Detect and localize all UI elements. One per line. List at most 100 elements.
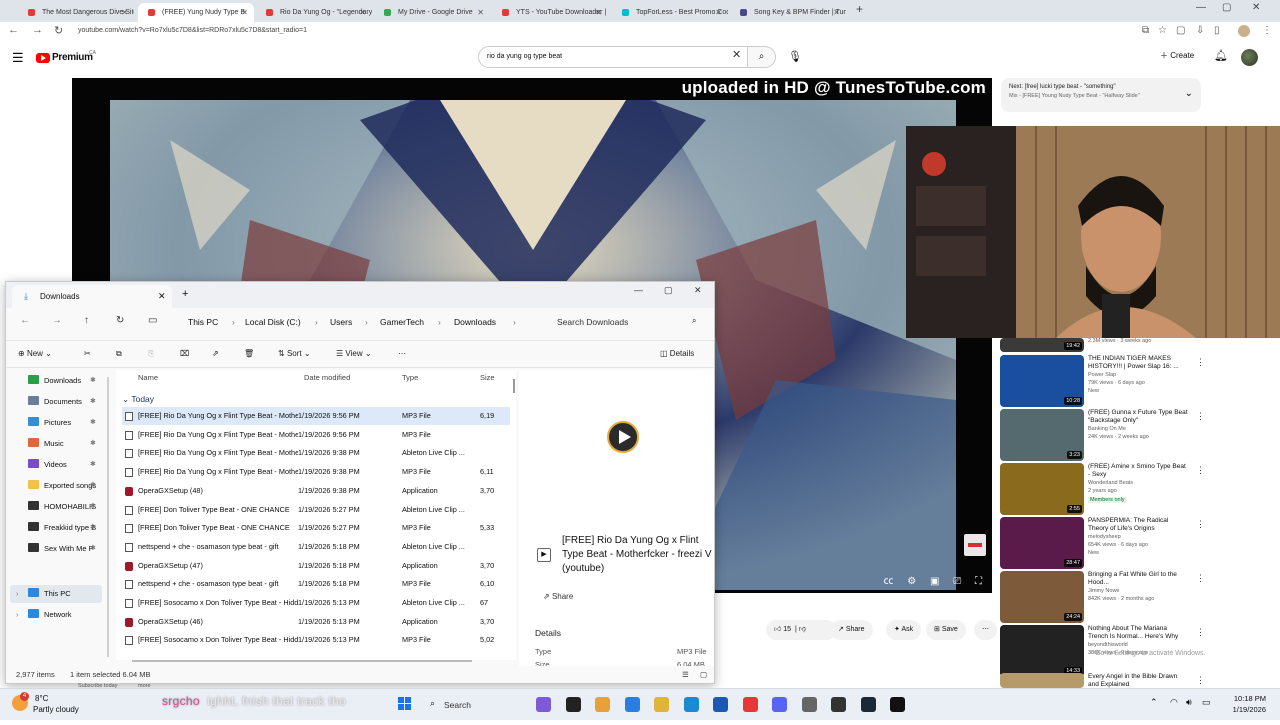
column-type[interactable]: Type: [402, 373, 418, 382]
nav-scrollbar[interactable]: [107, 377, 109, 657]
file-row[interactable]: OperaGXSetup (46) 1/19/2026 5:13 PM Applic…: [122, 613, 510, 631]
browser-tab[interactable]: The Most Dangerous Dive Site ✕: [18, 3, 134, 22]
recommended-video[interactable]: 2:55 (FREE) Amine x Smino Type Beat - Sex…: [1000, 463, 1280, 515]
details-pane-button[interactable]: ◫ Details: [660, 349, 694, 358]
browser-tab[interactable]: My Drive - Google Drive ✕: [374, 3, 490, 22]
new-button[interactable]: ⊕ New ⌄: [18, 349, 52, 358]
task-view-icon[interactable]: [565, 697, 581, 712]
share-icon[interactable]: ⇗: [212, 349, 219, 358]
video-thumbnail[interactable]: 3:23: [1000, 409, 1084, 461]
more-options-icon[interactable]: ⋮: [1196, 357, 1205, 368]
close-tab-icon[interactable]: ✕: [359, 3, 366, 22]
breadcrumb-gamertech[interactable]: GamerTech: [380, 312, 424, 332]
nav-item[interactable]: Pictures ✱: [28, 415, 96, 431]
miniplayer-icon[interactable]: ▣: [930, 576, 939, 587]
menu-icon[interactable]: ☰: [12, 50, 24, 66]
clock-date[interactable]: 1/19/2026: [1220, 705, 1266, 714]
close-tab-icon[interactable]: ✕: [595, 3, 602, 22]
file-row[interactable]: OperaGXSetup (48) 1/19/2026 9:38 PM Applic…: [122, 482, 510, 500]
nav-item[interactable]: Sex With Me P ✱: [28, 541, 96, 557]
recommended-video[interactable]: 24:24 Bringing a Fat White Girl to the Ho…: [1000, 571, 1280, 623]
recommended-video[interactable]: 19:42 2.3M views · 3 weeks ago: [1000, 312, 1280, 352]
battery-icon[interactable]: ▭: [1202, 697, 1211, 708]
like-dislike-button[interactable]: 👍︎ 15 | 👎︎: [766, 620, 836, 640]
extensions-icon[interactable]: ▢: [1176, 25, 1185, 36]
new-tab-icon[interactable]: +: [856, 2, 863, 16]
reload-icon[interactable]: ↻: [54, 24, 63, 37]
microphone-icon[interactable]: 🎙︎: [788, 50, 802, 63]
close-window-icon[interactable]: ✕: [1252, 2, 1260, 13]
explorer-tab[interactable]: ⤓ Downloads ✕: [12, 285, 172, 308]
sort-button[interactable]: ⇅ Sort ⌄: [278, 349, 311, 358]
video-thumbnail[interactable]: 24:24: [1000, 571, 1084, 623]
search-button[interactable]: ⌕: [748, 46, 776, 68]
nav-item[interactable]: HOMOHABILIS ✱: [28, 499, 96, 515]
taskbar-search[interactable]: Search: [422, 695, 532, 715]
browser-tab[interactable]: Song Key & BPM Finder | Tuna ✕: [730, 3, 846, 22]
fullscreen-icon[interactable]: ⛶: [975, 576, 982, 587]
more-options-icon[interactable]: ⋮: [1196, 675, 1205, 686]
create-button[interactable]: ＋ Create: [1160, 50, 1194, 61]
nav-item[interactable]: Documents ✱: [28, 394, 96, 410]
more-options-icon[interactable]: ⋮: [1196, 627, 1205, 638]
breadcrumb-this-pc[interactable]: This PC: [188, 312, 218, 332]
nav-item[interactable]: Downloads ✱: [28, 373, 96, 389]
file-row[interactable]: [FREE] Rio Da Yung Og x Flint Type Beat …: [122, 444, 510, 462]
breadcrumb-users[interactable]: Users: [330, 312, 352, 332]
ask-button[interactable]: ✦ Ask: [886, 620, 922, 640]
store-icon[interactable]: [713, 697, 728, 712]
file-row[interactable]: [FREE] Rio Da Yung Og x Flint Type Beat …: [122, 407, 510, 425]
back-icon[interactable]: ←: [8, 24, 19, 36]
sidebar-icon[interactable]: ▯: [1214, 25, 1220, 36]
search-input[interactable]: rio da yung og type beat: [478, 46, 748, 68]
recommended-video[interactable]: 10:28 THE INDIAN TIGER MAKES HISTORY!!! |…: [1000, 355, 1280, 407]
volume-icon[interactable]: 🔊︎: [1186, 697, 1192, 708]
more-options-icon[interactable]: ⋯: [398, 349, 406, 358]
weather-temp[interactable]: 8°C: [35, 694, 48, 703]
file-row[interactable]: [FREE] Rio Da Yung Og x Flint Type Beat …: [122, 463, 510, 481]
discord-icon[interactable]: [772, 697, 787, 712]
chevron-down-icon[interactable]: ⌄: [1185, 88, 1193, 99]
up-next-panel[interactable]: Next: [free] lucki type beat - "somethin…: [1001, 78, 1201, 112]
clock-time[interactable]: 10:18 PM: [1220, 694, 1266, 703]
horizontal-scrollbar[interactable]: [132, 660, 472, 662]
recommended-video[interactable]: 28:47 PANSPERMIA: The Radical Theory of L…: [1000, 517, 1280, 569]
back-icon[interactable]: ←: [20, 315, 30, 326]
nav-item[interactable]: Music ✱: [28, 436, 96, 452]
close-tab-icon[interactable]: ✕: [121, 3, 128, 22]
video-thumbnail[interactable]: 10:28: [1000, 355, 1084, 407]
wifi-icon[interactable]: ◠: [1170, 697, 1178, 708]
edge-browser-icon[interactable]: [683, 697, 699, 712]
nav-item[interactable]: Exported songs ✱: [28, 478, 96, 494]
forward-icon[interactable]: →: [32, 24, 43, 36]
expand-chevron-icon[interactable]: ›: [16, 586, 19, 602]
close-window-icon[interactable]: ✕: [694, 285, 702, 296]
tiles-view-icon[interactable]: ▢: [700, 666, 707, 683]
cast-icon[interactable]: ⧉: [1142, 25, 1149, 36]
refresh-icon[interactable]: ↻: [116, 315, 124, 326]
details-view-icon[interactable]: ☰: [682, 666, 689, 683]
breadcrumb-downloads[interactable]: Downloads: [454, 312, 496, 332]
more-options-icon[interactable]: ⋮: [1196, 411, 1205, 422]
cut-icon[interactable]: ✂: [84, 349, 91, 358]
downloads-icon[interactable]: ⇩: [1196, 25, 1204, 36]
more-options-icon[interactable]: ⋮: [1196, 573, 1205, 584]
recommended-video[interactable]: 3:23 (FREE) Gunna x Future Type Beat "Bac…: [1000, 409, 1280, 461]
close-tab-icon[interactable]: ✕: [477, 3, 484, 22]
column-size[interactable]: Size: [480, 373, 495, 382]
cast-icon[interactable]: ⎚: [953, 576, 961, 587]
steam-icon[interactable]: [860, 697, 876, 712]
weather-condition[interactable]: Partly cloudy: [33, 705, 79, 714]
browser-tab[interactable]: TopForLess - Best Promo Code ✕: [612, 3, 728, 22]
more-options-icon[interactable]: ⋮: [1196, 465, 1205, 476]
forward-icon[interactable]: →: [52, 315, 62, 326]
video-thumbnail[interactable]: 28:47: [1000, 517, 1084, 569]
up-icon[interactable]: ↑: [84, 315, 89, 326]
new-tab-icon[interactable]: +: [182, 288, 188, 300]
minimize-icon[interactable]: —: [634, 285, 643, 295]
youtube-logo-icon[interactable]: [36, 53, 50, 63]
browser-menu-icon[interactable]: ⋮: [1262, 25, 1272, 36]
more-actions-button[interactable]: ⋯: [974, 620, 997, 640]
file-row[interactable]: [FREE] Rio Da Yung Og x Flint Type Beat …: [122, 426, 510, 444]
file-row[interactable]: [FREE] Don Toliver Type Beat - ONE CHANC…: [122, 519, 510, 537]
